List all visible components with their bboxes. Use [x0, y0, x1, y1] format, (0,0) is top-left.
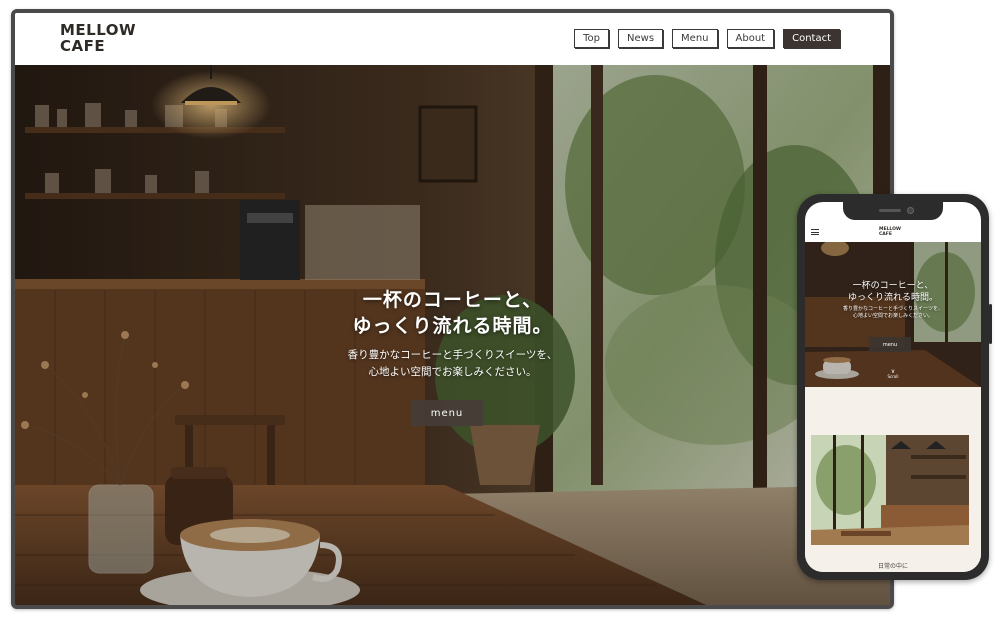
hero-sub-line-1: 香り豊かなコーヒーと手づくりスイーツを、 — [347, 349, 558, 361]
site-logo[interactable]: MELLOW CAFE — [60, 22, 136, 54]
phone-hero-text: 一杯のコーヒーと、 ゆっくり流れる時間。 香り豊かなコーヒーと手づくりスイーツを… — [805, 280, 981, 320]
scroll-indicator[interactable]: ∨ Scroll — [805, 369, 981, 380]
phone-intro-section: 日常の中に — [805, 387, 981, 572]
hero-subtitle: 香り豊かなコーヒーと手づくりスイーツを、 心地よい空間でお楽しみください。 — [15, 347, 890, 381]
hero-title-line-2: ゆっくり流れる時間。 — [352, 315, 553, 337]
scroll-label: Scroll — [887, 374, 899, 379]
site-header: MELLOW CAFE Top News Menu About Contact — [15, 13, 890, 65]
main-nav: Top News Menu About Contact — [574, 29, 840, 48]
phone-hero-sub-line-2: 心地よい空間でお楽しみください。 — [852, 313, 933, 319]
nav-menu-button[interactable]: Menu — [672, 29, 718, 48]
hero-title-line-1: 一杯のコーヒーと、 — [362, 289, 543, 311]
hero-sub-line-2: 心地よい空間でお楽しみください。 — [368, 366, 537, 378]
phone-hero-title-line-1: 一杯のコーヒーと、 — [852, 281, 934, 291]
speaker-icon — [879, 209, 901, 212]
phone-mockup: MELLOW CAFE 一杯のコーヒーと、 ゆっくり流れる時間。 香り豊かなコー… — [797, 194, 992, 580]
nav-about-button[interactable]: About — [726, 29, 775, 48]
hero-text: 一杯のコーヒーと、 ゆっくり流れる時間。 香り豊かなコーヒーと手づくりスイーツを… — [15, 287, 890, 381]
phone-notch — [843, 202, 943, 220]
cafe-interior-image — [811, 435, 969, 545]
phone-hero-sub-line-1: 香り豊かなコーヒーと手づくりスイーツを、 — [843, 306, 943, 312]
hamburger-menu-icon[interactable] — [811, 229, 819, 235]
phone-hero-section: 一杯のコーヒーと、 ゆっくり流れる時間。 香り豊かなコーヒーと手づくりスイーツを… — [805, 242, 981, 387]
phone-hero-title-line-2: ゆっくり流れる時間。 — [847, 293, 938, 303]
desktop-browser-mockup: MELLOW CAFE Top News Menu About Contact — [11, 9, 894, 609]
camera-icon — [907, 207, 914, 214]
logo-line-1: MELLOW — [60, 21, 137, 39]
phone-screen: MELLOW CAFE 一杯のコーヒーと、 ゆっくり流れる時間。 香り豊かなコー… — [805, 202, 981, 572]
phone-hero-menu-button[interactable]: menu — [869, 337, 911, 352]
phone-side-button — [989, 304, 992, 344]
hero-section: 一杯のコーヒーと、 ゆっくり流れる時間。 香り豊かなコーヒーと手づくりスイーツを… — [15, 65, 890, 605]
hero-title: 一杯のコーヒーと、 ゆっくり流れる時間。 — [15, 287, 890, 339]
phone-site-logo[interactable]: MELLOW CAFE — [879, 227, 901, 237]
nav-top-button[interactable]: Top — [574, 29, 610, 48]
nav-contact-button[interactable]: Contact — [783, 29, 840, 48]
phone-hero-title: 一杯のコーヒーと、 ゆっくり流れる時間。 — [805, 280, 981, 304]
phone-hero-subtitle: 香り豊かなコーヒーと手づくりスイーツを、 心地よい空間でお楽しみください。 — [805, 306, 981, 320]
nav-news-button[interactable]: News — [618, 29, 664, 48]
logo-line-2: CAFE — [60, 37, 106, 55]
phone-logo-line-2: CAFE — [879, 232, 892, 237]
phone-section-caption: 日常の中に — [877, 563, 908, 570]
phone-header: MELLOW CAFE — [805, 222, 981, 242]
hero-menu-button[interactable]: menu — [411, 400, 483, 426]
